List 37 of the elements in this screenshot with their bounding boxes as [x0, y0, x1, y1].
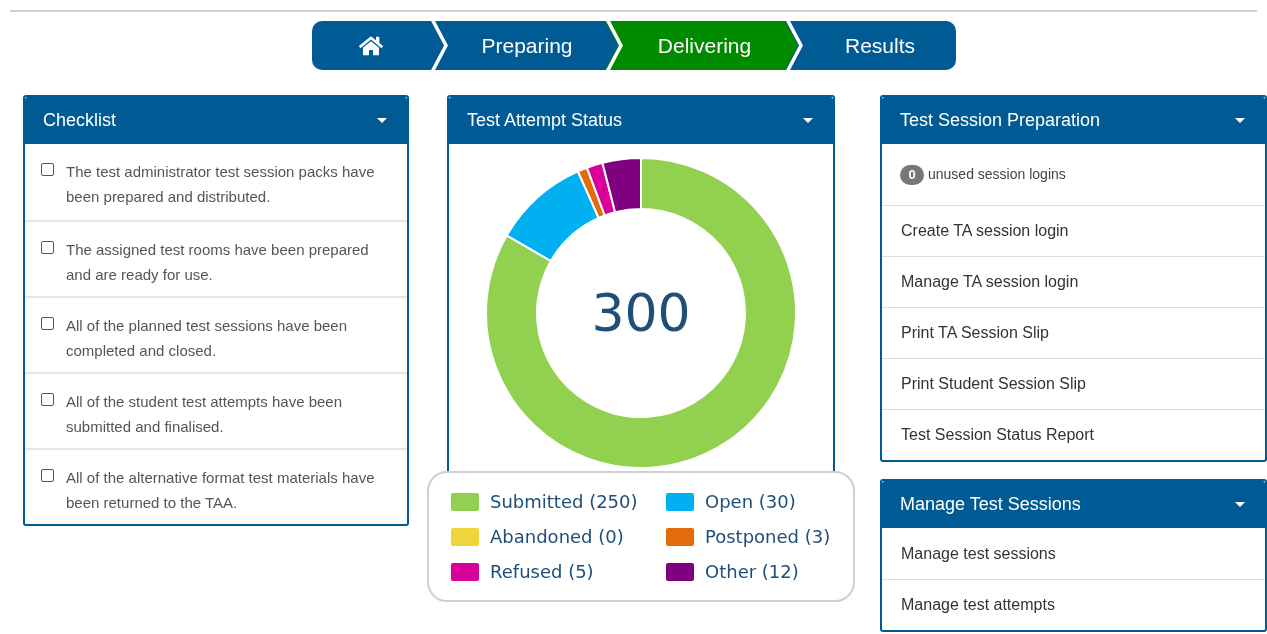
checklist-text: The assigned test rooms have been prepared and are ready for use. [66, 240, 370, 285]
legend-label: Postponed (3) [705, 525, 831, 549]
checklist-text: All of the student test attempts have been submitted and finalised. [66, 392, 343, 437]
caret-icon[interactable] [1235, 118, 1245, 123]
step-tab[interactable]: Results [804, 21, 956, 70]
legend-label: Abandoned (0) [490, 525, 624, 549]
menu-link[interactable]: Test Session Status Report [882, 409, 1265, 460]
panel-title: Test Session Preparation [900, 109, 1101, 132]
menu-link[interactable]: Manage test attempts [882, 579, 1265, 630]
checkbox[interactable] [41, 393, 54, 406]
total-count: 300 [591, 282, 691, 345]
menu-link[interactable]: Create TA session login [882, 205, 1265, 256]
menu-link[interactable]: Print Student Session Slip [882, 358, 1265, 409]
home-step[interactable] [311, 21, 430, 70]
checklist-text: All of the planned test sessions have been completed and closed. [66, 316, 349, 361]
caret-icon[interactable] [1235, 502, 1245, 507]
checkbox[interactable] [41, 469, 54, 482]
caret-icon[interactable] [803, 118, 813, 123]
checklist-text: The test administrator test session packs have been prepared and distributed. [66, 162, 376, 207]
home-icon [358, 34, 383, 57]
checkbox[interactable] [41, 317, 54, 330]
legend-label: Refused (5) [490, 560, 594, 584]
legend-label: Open (30) [705, 490, 796, 514]
checkbox[interactable] [41, 241, 54, 254]
badge-label: unused session logins [928, 165, 1066, 184]
legend-label: Submitted (250) [490, 490, 638, 514]
caret-icon[interactable] [377, 118, 387, 123]
checkbox[interactable] [41, 163, 54, 176]
panel-title: Checklist [43, 109, 117, 132]
menu-link[interactable]: Manage TA session login [882, 256, 1265, 307]
legend-label: Other (12) [705, 560, 799, 584]
checklist-text: All of the alternative format test materials have been returned to the TAA. [66, 468, 376, 513]
panel-title: Test Attempt Status [467, 109, 623, 132]
count-badge: 0 [900, 164, 924, 185]
menu-link[interactable]: Print TA Session Slip [882, 307, 1265, 358]
panel-title: Manage Test Sessions [900, 493, 1081, 516]
menu-link[interactable]: Manage test sessions [882, 528, 1265, 579]
